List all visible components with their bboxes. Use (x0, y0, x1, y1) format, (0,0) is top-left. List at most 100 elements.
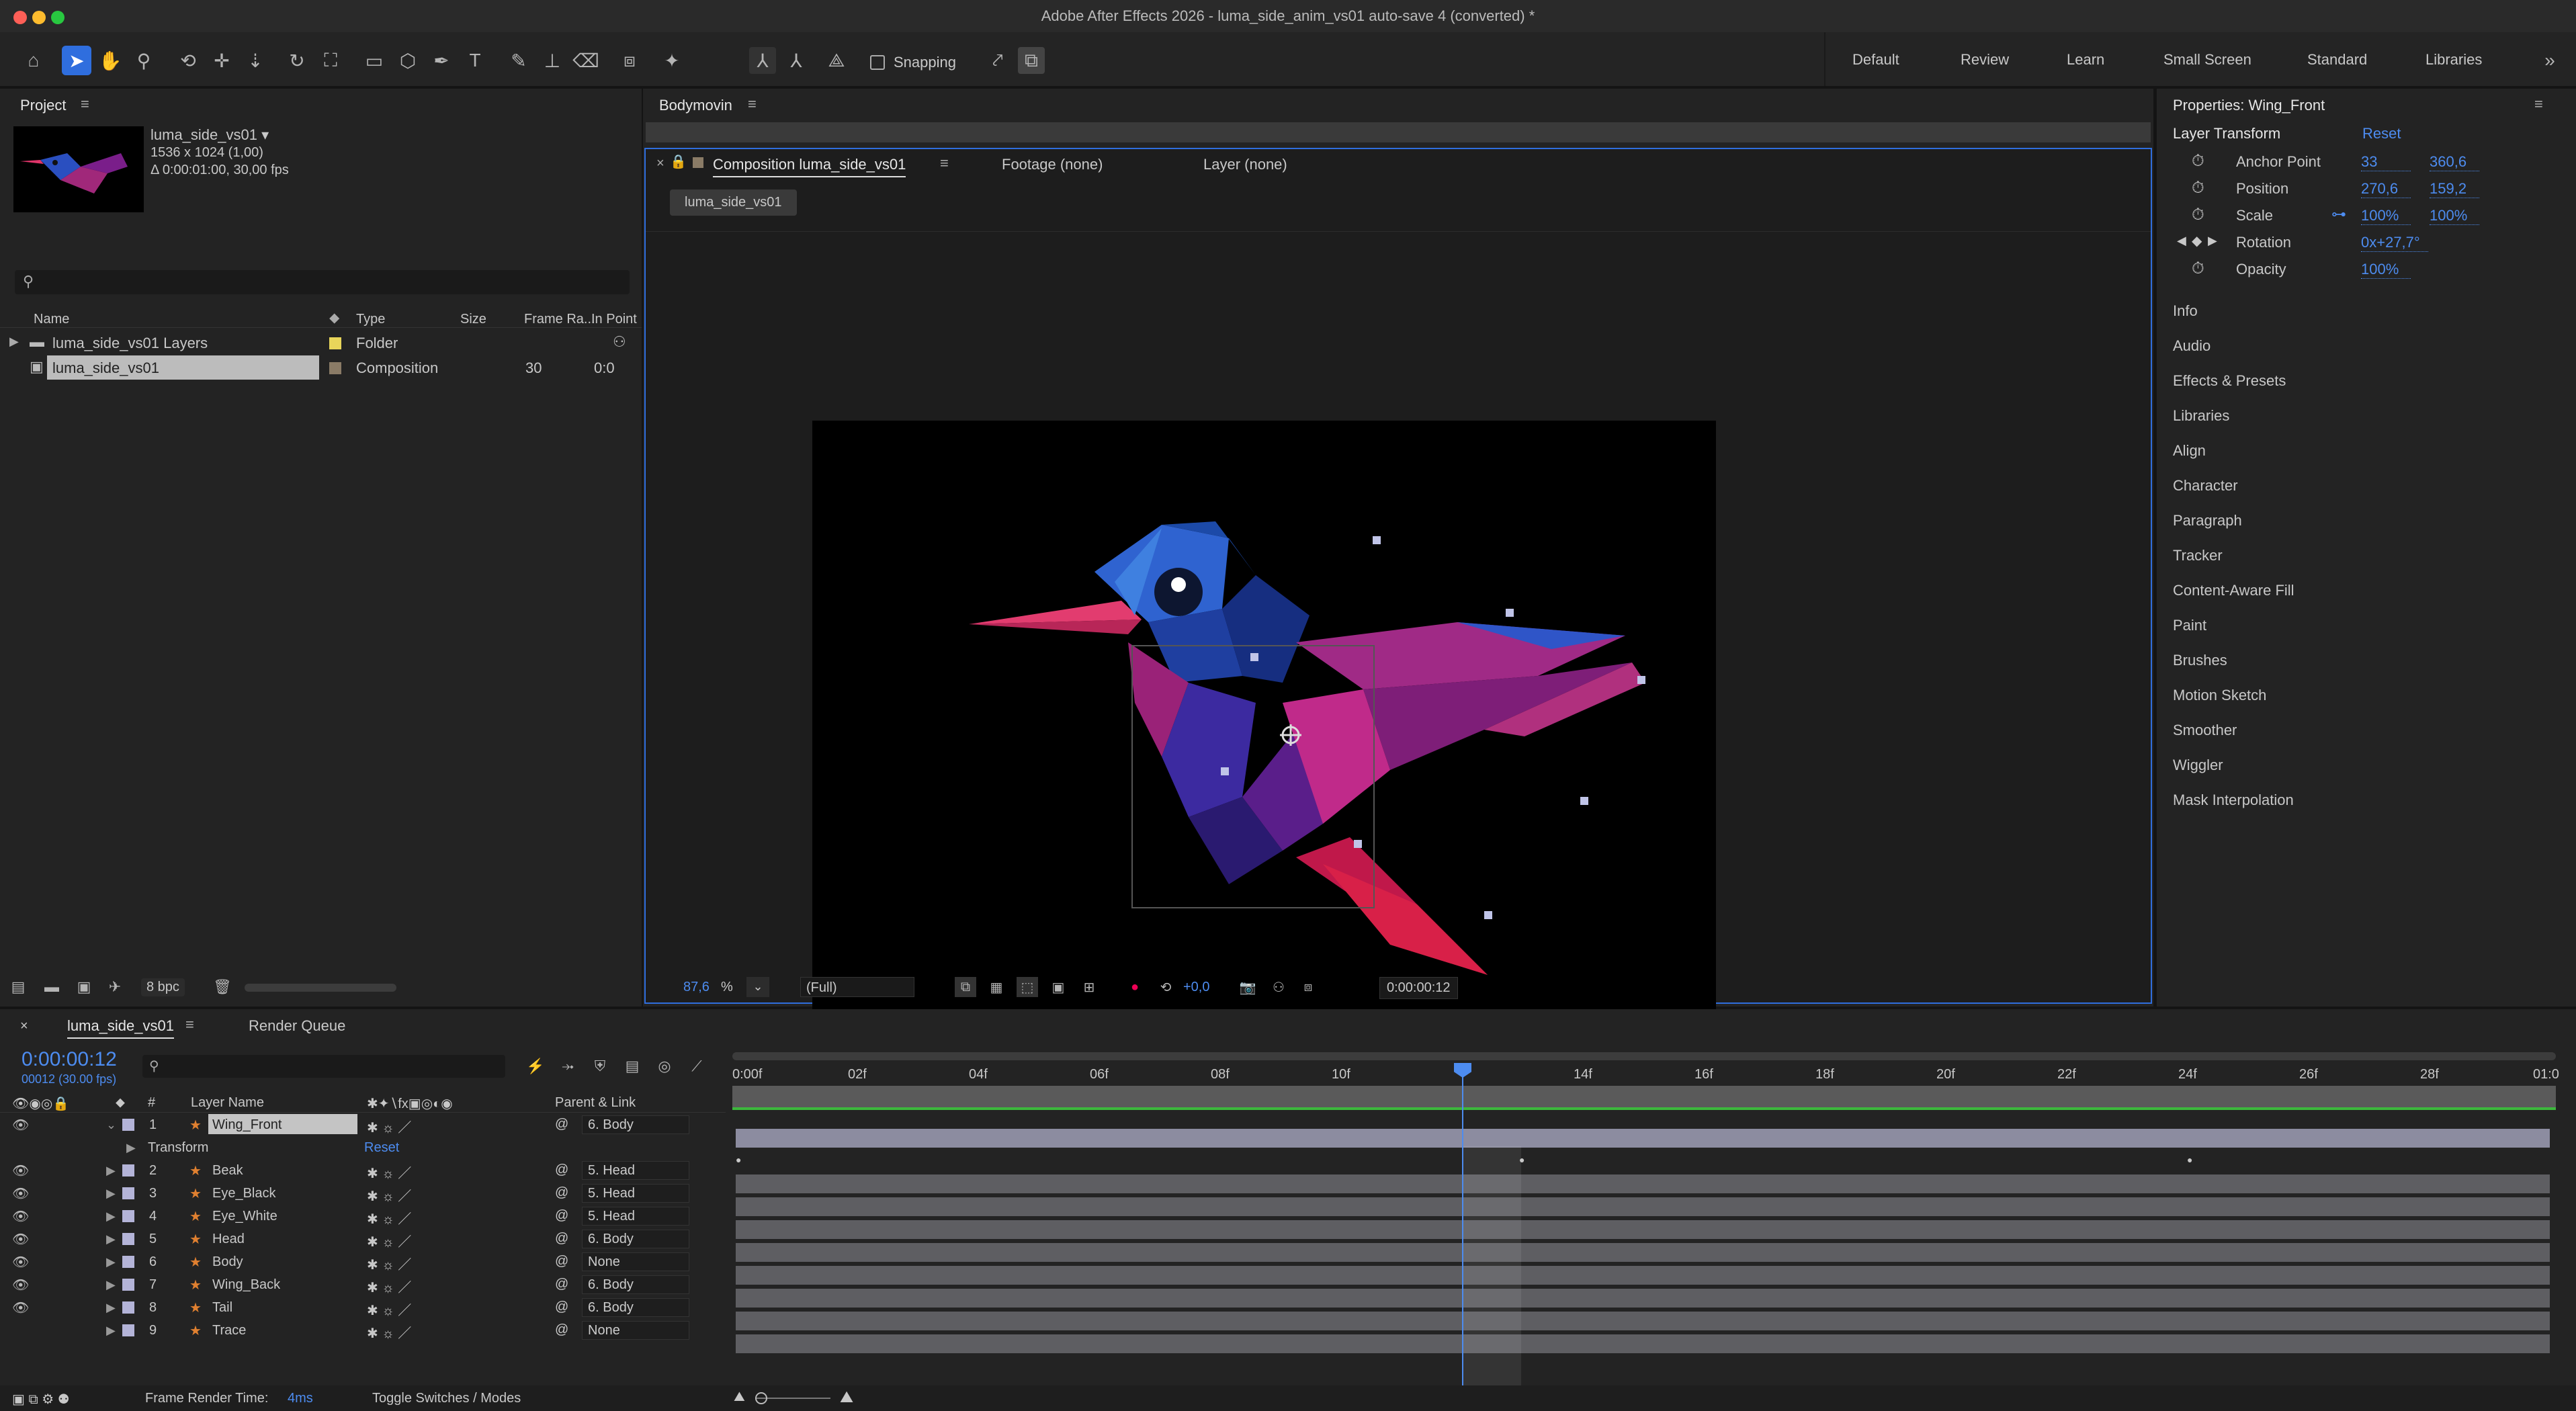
text-tool-icon[interactable]: T (460, 46, 490, 75)
dolly-tool-icon[interactable]: ⇣ (241, 46, 270, 75)
current-time[interactable]: 0:00:00:12 (22, 1048, 117, 1071)
footer-toggle-icons[interactable]: ▣ ⧉ ⚙ ⚉ (12, 1391, 70, 1408)
layer-name[interactable]: Wing_Back (212, 1277, 280, 1293)
prev-keyframe-icon[interactable]: ◀ (2177, 234, 2186, 248)
expand-arrow-icon[interactable]: ▶ (106, 1301, 116, 1315)
position-x[interactable]: 270,6 (2361, 180, 2411, 198)
pen-tool-icon[interactable]: ✒ (427, 46, 456, 75)
grid-guides-icon[interactable]: ⊞ (1078, 977, 1100, 997)
color-channels-icon[interactable]: ● (1124, 977, 1146, 997)
layer-bar-8[interactable] (736, 1312, 2550, 1330)
expand-arrow-icon[interactable]: ▶ (9, 335, 19, 349)
workspace-review[interactable]: Review (1961, 51, 2009, 69)
properties-menu-icon[interactable]: ≡ (2534, 95, 2543, 113)
expand-arrow-icon[interactable]: ▶ (106, 1209, 116, 1224)
zoom-out-icon[interactable]: ⛰ (734, 1389, 745, 1405)
pickwhip-icon[interactable]: @ (555, 1322, 568, 1338)
layer-bar-5[interactable] (736, 1243, 2550, 1262)
zoom-tool-icon[interactable]: ⚲ (129, 46, 159, 75)
workspace-overflow-icon[interactable]: » (2536, 47, 2563, 74)
add-keyframe-icon[interactable]: ◆ (2192, 232, 2202, 249)
layer-color-label[interactable] (122, 1256, 134, 1268)
panel-content-aware-fill[interactable]: Content-Aware Fill (2173, 582, 2294, 599)
shy-layers-icon[interactable]: ⤞ (556, 1055, 579, 1078)
panel-paint[interactable]: Paint (2173, 617, 2206, 634)
rotation-value[interactable]: 0x+27,7° (2361, 234, 2428, 252)
time-ruler[interactable]: 0:00f 02f 04f 06f 08f 10f 14f 16f 18f 20… (732, 1052, 2560, 1111)
work-area-bar[interactable] (732, 1052, 2556, 1060)
visibility-icon[interactable]: 👁 (12, 1299, 29, 1316)
anchor-y[interactable]: 360,6 (2430, 153, 2479, 171)
panel-audio[interactable]: Audio (2173, 337, 2210, 355)
expand-arrow-icon[interactable]: ▶ (106, 1187, 116, 1201)
viewer-timecode[interactable]: 0:00:00:12 (1379, 977, 1458, 999)
puppet-pin-icon[interactable]: ✦ (657, 46, 687, 75)
mask-path-icon[interactable]: ⬚ (1017, 977, 1038, 997)
layer-switches[interactable]: ✱ ☼ ／ (367, 1322, 411, 1342)
show-snapshot-icon[interactable]: ⚇ (1268, 977, 1289, 997)
col-in-point[interactable]: In Point (591, 312, 637, 327)
toggle-switches-modes[interactable]: Toggle Switches / Modes (372, 1391, 521, 1406)
tab-composition[interactable]: Composition luma_side_vs01 (713, 156, 906, 177)
layer-row-2[interactable]: 👁 ▶ 2 ★ Beak ✱ ☼ ／ @ 5. Head (0, 1160, 726, 1181)
pickwhip-icon[interactable]: @ (555, 1254, 568, 1269)
layer-color-label[interactable] (122, 1324, 134, 1336)
project-row-comp[interactable]: ▣ luma_side_vs01 Composition 30 0:0 (0, 355, 642, 380)
curve-icon[interactable]: ⟋ (685, 1055, 708, 1078)
layer-name[interactable]: Trace (212, 1323, 246, 1338)
visibility-icon[interactable]: 👁 (12, 1208, 29, 1225)
hand-tool-icon[interactable]: ✋ (95, 46, 125, 75)
pickwhip-icon[interactable]: @ (555, 1208, 568, 1224)
parent-select[interactable]: 5. Head (582, 1207, 689, 1226)
stopwatch-icon[interactable]: ⏱ (2192, 206, 2204, 224)
zoom-value[interactable]: 87,6 (683, 980, 710, 995)
brush-tool-icon[interactable]: ✎ (504, 46, 533, 75)
bodymovin-menu-icon[interactable]: ≡ (748, 95, 757, 113)
lock-icon[interactable]: 🔒 (670, 153, 687, 170)
label-tag-icon[interactable]: ⬥ (329, 309, 339, 327)
comp-tab-menu-icon[interactable]: ≡ (940, 155, 949, 172)
axis-local-icon[interactable]: ⅄ (749, 47, 776, 74)
parent-select[interactable]: 5. Head (582, 1161, 689, 1180)
snap-options-icon[interactable]: ⤤ (984, 47, 1011, 74)
timeline-search-input[interactable]: ⚲ (142, 1055, 505, 1078)
motion-blur-icon[interactable]: ▤ (621, 1055, 644, 1078)
collapse-arrow-icon[interactable]: ⌄ (106, 1118, 116, 1132)
project-search-input[interactable]: ⚲ (15, 270, 630, 294)
flowchart-icon[interactable]: ⚇ (613, 333, 626, 351)
cube-tool-icon[interactable]: ⬡ (393, 46, 423, 75)
rotate-tool-icon[interactable]: ↻ (282, 46, 312, 75)
pan-behind-tool-icon[interactable]: ⛶ (316, 46, 345, 75)
parent-select[interactable]: 6. Body (582, 1230, 689, 1248)
snap-target-icon[interactable]: ⧉ (1018, 47, 1045, 74)
panel-info[interactable]: Info (2173, 302, 2198, 320)
layer-name-header[interactable]: Layer Name (191, 1095, 264, 1111)
workspace-learn[interactable]: Learn (2067, 51, 2104, 69)
pickwhip-icon[interactable]: @ (555, 1277, 568, 1292)
timeline-zoom-slider[interactable] (757, 1398, 830, 1399)
layer-name[interactable]: Body (212, 1254, 243, 1270)
zoom-dropdown-icon[interactable]: ⌄ (746, 977, 769, 997)
transform-reset[interactable]: Reset (364, 1140, 399, 1156)
zoom-in-icon[interactable]: ⛰ (840, 1388, 853, 1407)
home-icon[interactable]: ⌂ (19, 46, 48, 75)
position-y[interactable]: 159,2 (2430, 180, 2479, 198)
frame-blending-icon[interactable]: ⛨ (589, 1055, 611, 1078)
layer-switches[interactable]: ✱ ☼ ／ (367, 1208, 411, 1228)
workspace-default[interactable]: Default (1852, 51, 1899, 69)
orbit-tool-icon[interactable]: ⟲ (173, 46, 203, 75)
fast-previews-icon[interactable]: ⧉ (955, 977, 976, 997)
keyframe-icon[interactable]: ● (2187, 1154, 2192, 1165)
layer-row-9[interactable]: ▶ 9 ★ Trace ✱ ☼ ／ @ None (0, 1320, 726, 1341)
resolution-select[interactable]: (Full) (800, 977, 914, 997)
anchor-x[interactable]: 33 (2361, 153, 2411, 171)
view-options-icon[interactable]: ⧈ (1297, 977, 1319, 997)
workspace-standard[interactable]: Standard (2307, 51, 2367, 69)
visibility-icon[interactable]: 👁 (12, 1185, 29, 1202)
tab-footage[interactable]: Footage (none) (1002, 156, 1103, 173)
interpret-footage-icon[interactable]: ▤ (7, 976, 30, 998)
region-interest-icon[interactable]: ▣ (1047, 977, 1069, 997)
playhead[interactable] (1462, 1063, 1463, 1406)
stopwatch-icon[interactable]: ⏱ (2192, 152, 2204, 171)
adjust-settings-icon[interactable]: ✈ (103, 976, 126, 998)
